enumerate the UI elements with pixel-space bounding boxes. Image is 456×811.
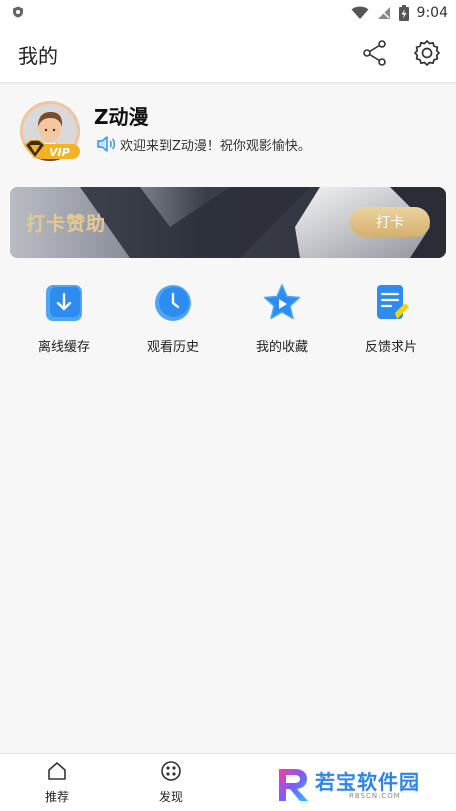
welcome-text: 欢迎来到Z动漫！祝你观影愉快。 [120, 138, 311, 154]
gear-icon[interactable] [412, 38, 442, 68]
watermark-title: 若宝软件园 [315, 770, 420, 794]
page-title: 我的 [18, 44, 58, 68]
quick-action-label: 反馈求片 [364, 340, 417, 355]
speaker-icon [97, 136, 116, 152]
quick-action-label: 离线缓存 [37, 340, 90, 355]
home-icon [48, 762, 66, 780]
checkin-banner[interactable]: 打卡赞助 打卡 [10, 187, 446, 258]
banner-title: 打卡赞助 [26, 213, 107, 235]
feedback-note-icon [377, 285, 409, 319]
status-bar: 9:04 [0, 0, 456, 26]
nav-item-recommend[interactable]: 推荐 [17, 760, 97, 805]
status-time: 9:04 [416, 5, 448, 21]
feedback-request-action[interactable]: 反馈求片 [336, 283, 446, 355]
offline-cache-action[interactable]: 离线缓存 [9, 283, 119, 355]
username[interactable]: Z动漫 [94, 101, 149, 130]
favorites-action[interactable]: 我的收藏 [227, 283, 337, 355]
welcome-row: 欢迎来到Z动漫！祝你观影愉快。 [96, 134, 311, 154]
battery-charging-icon [398, 5, 409, 21]
watch-history-action[interactable]: 观看历史 [118, 283, 228, 355]
download-icon [46, 285, 82, 321]
quick-action-label: 观看历史 [146, 340, 199, 355]
watermark: 若宝软件园 RBSCN.COM [275, 764, 455, 804]
share-icon[interactable] [360, 38, 390, 68]
shield-status-icon [13, 6, 23, 18]
vip-label: VIP [49, 146, 70, 159]
checkin-button[interactable]: 打卡 [350, 207, 430, 237]
nav-label: 发现 [158, 790, 183, 804]
status-right: 9:04 [351, 3, 448, 23]
watermark-sub: RBSCN.COM [349, 792, 401, 800]
discover-icon [161, 761, 181, 781]
wifi-icon [351, 6, 369, 19]
vip-badge-icon: VIP [23, 140, 80, 160]
star-play-icon [263, 284, 301, 320]
watermark-logo-icon [279, 769, 308, 801]
clock-icon [155, 285, 191, 321]
quick-action-label: 我的收藏 [255, 340, 308, 355]
nav-item-discover[interactable]: 发现 [131, 760, 211, 805]
nav-label: 推荐 [44, 790, 69, 804]
app-bar: 我的 [0, 26, 456, 83]
no-signal-icon [377, 7, 390, 19]
